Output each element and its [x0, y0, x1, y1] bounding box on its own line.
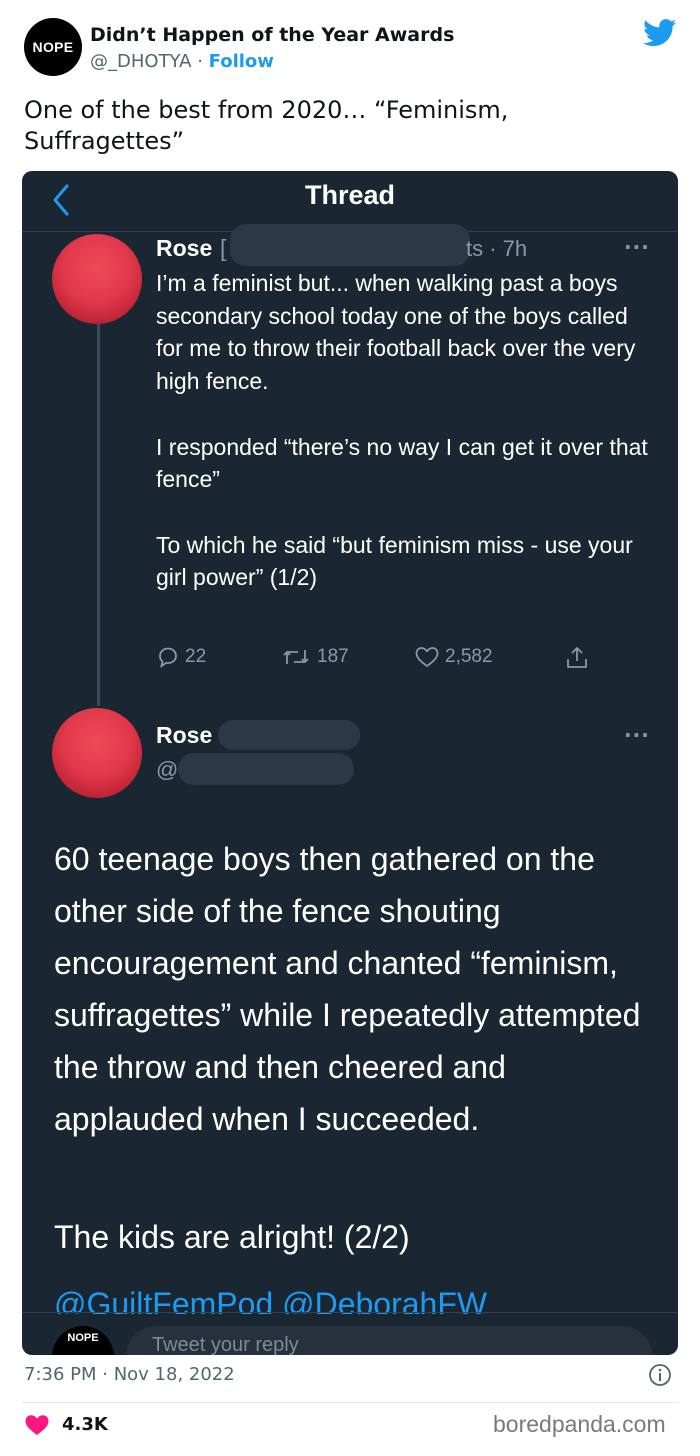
- retweet-action: 187: [280, 645, 349, 669]
- info-icon[interactable]: [648, 1363, 672, 1387]
- heart-outline-icon: [415, 647, 439, 668]
- share-icon: [567, 647, 587, 668]
- tweet1-author-name: Rose: [156, 235, 213, 261]
- reply-avatar: NOPE: [52, 1326, 114, 1355]
- tweet1-more-icon: ···: [624, 235, 650, 259]
- like-count[interactable]: 4.3K: [62, 1414, 108, 1435]
- tweet1-paragraph: I responded “there’s no way I can get it…: [156, 433, 648, 493]
- reply-action: 22: [156, 645, 206, 669]
- reply-input: Tweet your reply: [126, 1326, 652, 1355]
- author-avatar[interactable]: NOPE: [24, 18, 82, 76]
- heart-icon[interactable]: [24, 1413, 50, 1437]
- footer-divider: [22, 1402, 678, 1403]
- redacted-handle: [230, 224, 470, 266]
- tweet2-more-icon: ···: [624, 723, 650, 747]
- tweet1-paragraph: I’m a feminist but... when walking past …: [156, 270, 636, 395]
- tweet1-actions: 22 187 2,582: [156, 645, 596, 675]
- tweet2-handle-prefix: @: [156, 757, 179, 782]
- tweet2-author-name: Rose: [156, 722, 213, 748]
- follow-button[interactable]: Follow: [209, 51, 274, 72]
- author-handle[interactable]: @_DHOTYA: [90, 51, 191, 72]
- redacted-name: [218, 720, 360, 750]
- author-name[interactable]: Didn’t Happen of the Year Awards: [90, 24, 454, 46]
- tweet2-ending: The kids are alright! (2/2): [54, 1219, 410, 1255]
- handle-separator: ·: [191, 51, 209, 72]
- redacted-handle: [178, 753, 354, 785]
- tweet-timestamp[interactable]: 7:36 PM · Nov 18, 2022: [24, 1364, 235, 1385]
- like-action: 2,582: [414, 645, 493, 669]
- tweet1-paragraph: To which he said “but feminism miss - us…: [156, 531, 633, 591]
- like-count-inner: 2,582: [445, 646, 493, 667]
- tweet2-paragraph: 60 teenage boys then gathered on the oth…: [54, 841, 641, 1137]
- rose-avatar: [52, 234, 142, 324]
- tweet1-body: I’m a feminist but... when walking past …: [156, 267, 656, 594]
- embedded-thread-screenshot: Thread Rose [ ts · 7h ··· I’m a feminist…: [22, 171, 678, 1355]
- reply-icon: [159, 647, 177, 668]
- tweet2-body: 60 teenage boys then gathered on the oth…: [54, 833, 664, 1145]
- tweet1-name-partial: [: [220, 235, 227, 261]
- rose-avatar: [52, 708, 142, 798]
- thread-title: Thread: [304, 180, 396, 210]
- author-handle-line: @_DHOTYA · Follow: [90, 51, 274, 72]
- watermark: boredpanda.com: [493, 1411, 666, 1437]
- tweet2-mentions: @GuiltFemPod @DeborahFW: [54, 1286, 488, 1314]
- tweet-header: NOPE Didn’t Happen of the Year Awards @_…: [0, 0, 700, 96]
- tweet-text: One of the best from 2020… “Feminism, Su…: [24, 96, 509, 155]
- retweet-icon: [283, 650, 309, 664]
- share-action: [564, 645, 595, 671]
- reply-count: 22: [185, 646, 207, 667]
- thread-topbar: Thread: [22, 171, 678, 232]
- retweet-count: 187: [317, 646, 349, 667]
- twitter-bird-icon[interactable]: [643, 19, 677, 47]
- thread-connector-line: [97, 324, 100, 706]
- tweet1-time: ts · 7h: [466, 236, 528, 261]
- reply-divider: [22, 1312, 678, 1313]
